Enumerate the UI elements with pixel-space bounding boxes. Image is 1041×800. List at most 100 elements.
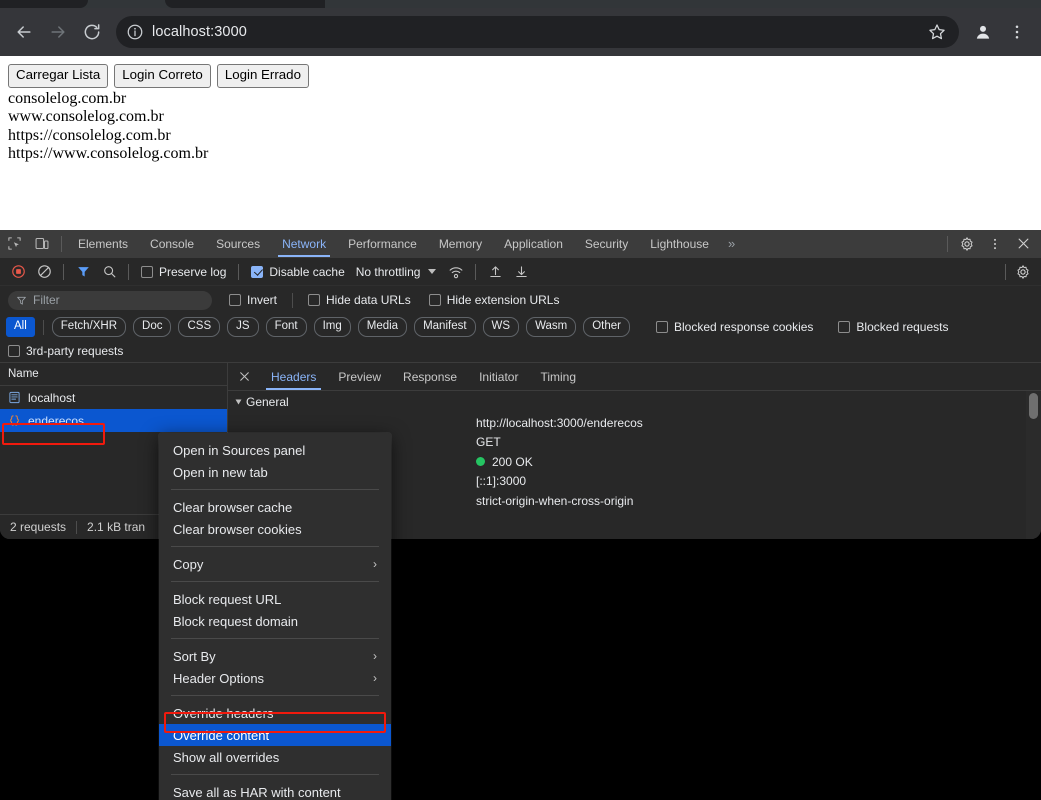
search-icon [103, 266, 115, 278]
throttling-dropdown[interactable]: No throttling [352, 265, 437, 279]
tab-partial-left[interactable] [0, 0, 88, 8]
checkbox-box [308, 294, 321, 306]
browser-menu-button[interactable] [1001, 16, 1033, 48]
type-filter-other[interactable]: Other [583, 317, 630, 337]
type-filter-ws[interactable]: WS [482, 317, 520, 337]
network-filter-bar: Filter Invert Hide data URLs Hide extens… [0, 286, 1041, 314]
tab-headers[interactable]: Headers [260, 363, 327, 390]
hide-extension-urls-checkbox[interactable]: Hide extension URLs [424, 293, 565, 307]
menu-item-show-all-overrides[interactable]: Show all overrides [159, 746, 391, 768]
carregar-lista-button[interactable]: Carregar Lista [8, 64, 109, 88]
divider [61, 235, 62, 252]
tab-timing[interactable]: Timing [529, 363, 587, 390]
type-filter-manifest[interactable]: Manifest [414, 317, 476, 337]
checkbox-box [229, 294, 241, 306]
menu-item-block-request-domain[interactable]: Block request domain [159, 610, 391, 632]
menu-item-open-in-sources-panel[interactable]: Open in Sources panel [159, 439, 391, 461]
clear-network-button[interactable] [32, 260, 56, 284]
devtools-more-button[interactable] [981, 237, 1009, 251]
blocked-requests-checkbox[interactable]: Blocked requests [833, 320, 953, 334]
close-details-button[interactable] [228, 363, 260, 390]
network-conditions-button[interactable] [444, 260, 468, 284]
filter-input[interactable]: Filter [8, 290, 212, 310]
tab-elements[interactable]: Elements [67, 230, 139, 257]
three-dot-menu-icon [994, 238, 996, 249]
tab-initiator[interactable]: Initiator [468, 363, 529, 390]
type-filter-all[interactable]: All [6, 317, 35, 337]
login-errado-button[interactable]: Login Errado [216, 64, 309, 88]
menu-item-clear-browser-cookies[interactable]: Clear browser cookies [159, 518, 391, 540]
tab-memory[interactable]: Memory [428, 230, 493, 257]
reload-button[interactable] [76, 16, 108, 48]
inspect-element-button[interactable] [0, 230, 28, 257]
table-row[interactable]: enderecos [0, 409, 227, 432]
divider [475, 263, 477, 280]
type-filter-wasm[interactable]: Wasm [526, 317, 577, 337]
type-filter-media[interactable]: Media [357, 317, 408, 337]
scrollbar-thumb[interactable] [1029, 393, 1038, 419]
device-toolbar-button[interactable] [28, 230, 56, 257]
export-har-button[interactable] [509, 260, 533, 284]
divider [238, 263, 240, 280]
back-button[interactable] [8, 16, 40, 48]
divider [63, 263, 64, 280]
tab-lighthouse[interactable]: Lighthouse [639, 230, 720, 257]
record-button[interactable] [6, 260, 30, 284]
address-bar[interactable]: localhost:3000 [116, 16, 959, 48]
menu-item-override-content[interactable]: Override content [159, 724, 391, 746]
tab-partial-right[interactable] [165, 0, 325, 8]
menu-item-clear-browser-cache[interactable]: Clear browser cache [159, 496, 391, 518]
tab-network[interactable]: Network [271, 230, 337, 257]
third-party-requests-checkbox[interactable]: 3rd-party requests [8, 344, 128, 358]
request-url-value: http://localhost:3000/enderecos [476, 415, 643, 430]
forward-button[interactable] [42, 16, 74, 48]
login-correto-button[interactable]: Login Correto [114, 64, 211, 88]
type-filter-js[interactable]: JS [227, 317, 259, 337]
disable-cache-checkbox[interactable]: Disable cache [246, 265, 349, 279]
menu-item-label: Sort By [173, 648, 216, 664]
type-filter-fetch-xhr[interactable]: Fetch/XHR [51, 317, 127, 337]
tab-console[interactable]: Console [139, 230, 205, 257]
menu-divider [171, 489, 379, 490]
menu-item-header-options[interactable]: Header Options › [159, 667, 391, 689]
menu-item-save-all-as-har-with-content[interactable]: Save all as HAR with content [159, 781, 391, 800]
headers-scrollbar[interactable] [1026, 391, 1041, 539]
tab-security[interactable]: Security [574, 230, 639, 257]
menu-item-block-request-url[interactable]: Block request URL [159, 588, 391, 610]
network-settings-button[interactable] [1011, 260, 1035, 284]
table-row[interactable]: localhost [0, 386, 227, 409]
type-filter-font[interactable]: Font [265, 317, 307, 337]
preserve-log-checkbox[interactable]: Preserve log [136, 265, 231, 279]
tab-sources[interactable]: Sources [205, 230, 271, 257]
profile-button[interactable] [967, 16, 999, 48]
transferred-size: 2.1 kB tran [87, 520, 146, 534]
filter-button[interactable] [71, 260, 95, 284]
search-button[interactable] [97, 260, 121, 284]
general-section-header[interactable]: General [228, 391, 1041, 413]
more-tabs-button[interactable]: » [720, 230, 743, 257]
chevron-down-icon [235, 399, 242, 405]
info-circle-icon[interactable] [126, 23, 144, 41]
bookmark-star-icon[interactable] [927, 22, 947, 42]
type-filter-img[interactable]: Img [313, 317, 351, 337]
import-har-button[interactable] [483, 260, 507, 284]
network-toolbar-right [1000, 260, 1035, 284]
tab-response[interactable]: Response [392, 363, 468, 390]
tab-preview[interactable]: Preview [327, 363, 392, 390]
devtools-settings-button[interactable] [953, 236, 981, 252]
type-filter-doc[interactable]: Doc [133, 317, 172, 337]
tab-performance[interactable]: Performance [337, 230, 428, 257]
request-list-column-header[interactable]: Name [0, 363, 227, 386]
menu-item-open-in-new-tab[interactable]: Open in new tab [159, 461, 391, 483]
close-devtools-button[interactable] [1009, 236, 1037, 251]
menu-item-sort-by[interactable]: Sort By › [159, 645, 391, 667]
hide-data-urls-checkbox[interactable]: Hide data URLs [303, 293, 416, 307]
tab-application[interactable]: Application [493, 230, 574, 257]
menu-item-copy[interactable]: Copy › [159, 553, 391, 575]
blocked-response-cookies-checkbox[interactable]: Blocked response cookies [651, 320, 818, 334]
menu-item-override-headers[interactable]: Override headers [159, 702, 391, 724]
invert-checkbox[interactable]: Invert [224, 293, 282, 307]
resource-type-filters: All Fetch/XHR Doc CSS JS Font Img Media … [0, 314, 1041, 340]
request-name: localhost [28, 390, 76, 405]
type-filter-css[interactable]: CSS [178, 317, 221, 337]
